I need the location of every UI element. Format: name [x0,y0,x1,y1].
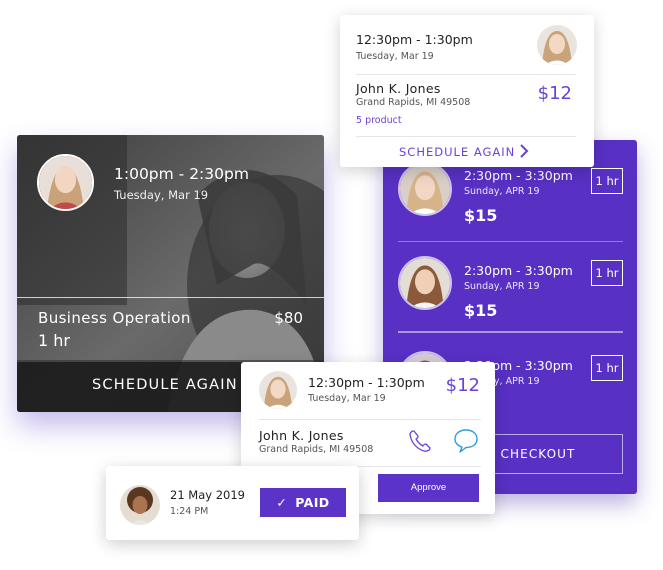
item-date: Sunday, APR 19 [464,186,540,197]
approve-button[interactable]: Approve [378,474,479,502]
item-duration: 1 hr [591,355,623,381]
appointment-time: 1:00pm - 2:30pm [114,165,249,183]
service-duration: 1 hr [38,331,70,350]
appointment-date: Tuesday, Mar 19 [356,51,434,62]
appointment-time: 12:30pm - 1:30pm [356,32,473,47]
appointment-price: $12 [445,375,480,396]
appointment-price: $12 [537,83,572,104]
appointment-detail-card: 12:30pm - 1:30pm Tuesday, Mar 19 John K.… [340,15,594,167]
appointment-date: Tuesday, Mar 19 [308,393,386,404]
schedule-again-button[interactable]: SCHEDULE AGAIN [399,145,515,159]
list-item[interactable]: 2:30pm - 3:30pm Sunday, APR 19 $15 1 hr [383,162,637,257]
client-address: Grand Rapids, MI 49508 [259,444,374,455]
item-price: $15 [464,301,498,320]
chat-icon[interactable] [452,426,480,454]
list-item[interactable]: 2:30pm - 3:30pm Sunday, APR 19 $15 1 hr [383,256,637,351]
check-icon: ✓ [276,495,288,510]
payment-time: 1:24 PM [170,506,209,517]
client-address: Grand Rapids, MI 49508 [356,97,471,108]
service-name: Business Operation [38,309,191,327]
divider [398,241,623,242]
product-count[interactable]: 5 product [356,115,402,126]
divider [259,419,481,420]
item-duration: 1 hr [591,168,623,194]
payment-card: 21 May 2019 1:24 PM ✓ PAID [106,466,359,540]
divider [398,331,623,333]
chevron-right-icon[interactable] [518,144,530,158]
divider [356,136,576,137]
avatar [398,162,452,216]
client-name: John K. Jones [259,428,344,443]
avatar [120,485,160,525]
item-time: 2:30pm - 3:30pm [464,168,573,183]
item-price: $15 [464,206,498,225]
avatar [398,256,452,310]
paid-button[interactable]: ✓ PAID [260,488,346,517]
schedule-again-button[interactable]: SCHEDULE AGAIN [92,377,238,393]
item-duration: 1 hr [591,260,623,286]
item-date: Sunday, APR 19 [464,281,540,292]
client-name: John K. Jones [356,81,441,96]
avatar [537,25,577,65]
avatar [37,154,94,211]
service-price: $80 [274,309,303,327]
divider [356,74,576,75]
divider [17,297,324,298]
paid-label: PAID [295,495,330,510]
appointment-time: 12:30pm - 1:30pm [308,375,425,390]
item-time: 2:30pm - 3:30pm [464,263,573,278]
payment-date: 21 May 2019 [170,488,245,502]
appointment-date: Tuesday, Mar 19 [114,188,209,202]
avatar [259,371,297,409]
phone-icon[interactable] [407,428,433,454]
